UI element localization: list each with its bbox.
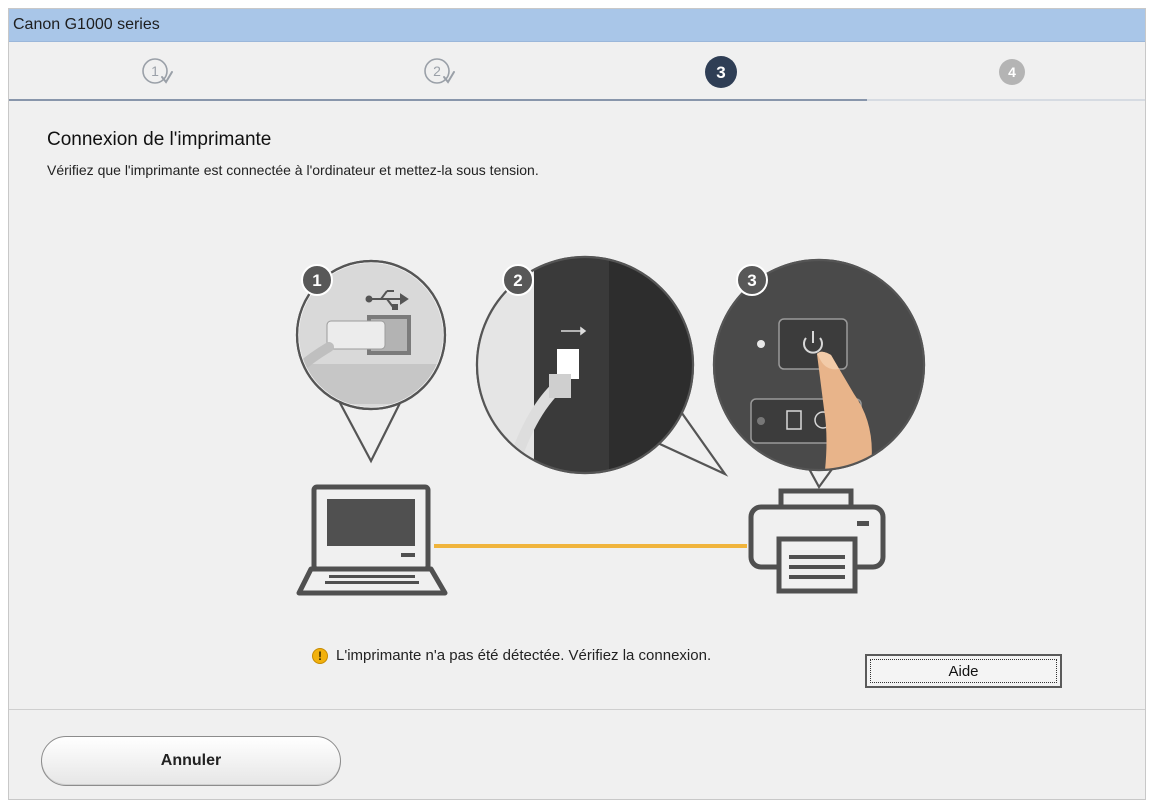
help-button[interactable]: Aide <box>865 654 1062 688</box>
laptop-icon <box>296 484 448 596</box>
cancel-button[interactable]: Annuler <box>41 736 341 786</box>
callout-1-number: 1 <box>312 271 321 290</box>
callout-usb-printer: 2 <box>475 255 729 477</box>
status-text: L'imprimante n'a pas été détectée. Vérif… <box>336 647 712 664</box>
footer-divider <box>9 709 1145 710</box>
printer-icon <box>748 488 886 594</box>
warning-icon: ! <box>312 647 328 664</box>
installer-window: Canon G1000 series 1 2 3 4 Connexion de … <box>8 8 1146 800</box>
status-message: ! L'imprimante n'a pas été détectée. Vér… <box>312 647 711 664</box>
callout-power-button: 3 <box>712 258 926 490</box>
callout-2-number: 2 <box>513 271 522 290</box>
callout-3-number: 3 <box>747 271 756 290</box>
callout-usb-computer: 1 <box>295 259 447 464</box>
